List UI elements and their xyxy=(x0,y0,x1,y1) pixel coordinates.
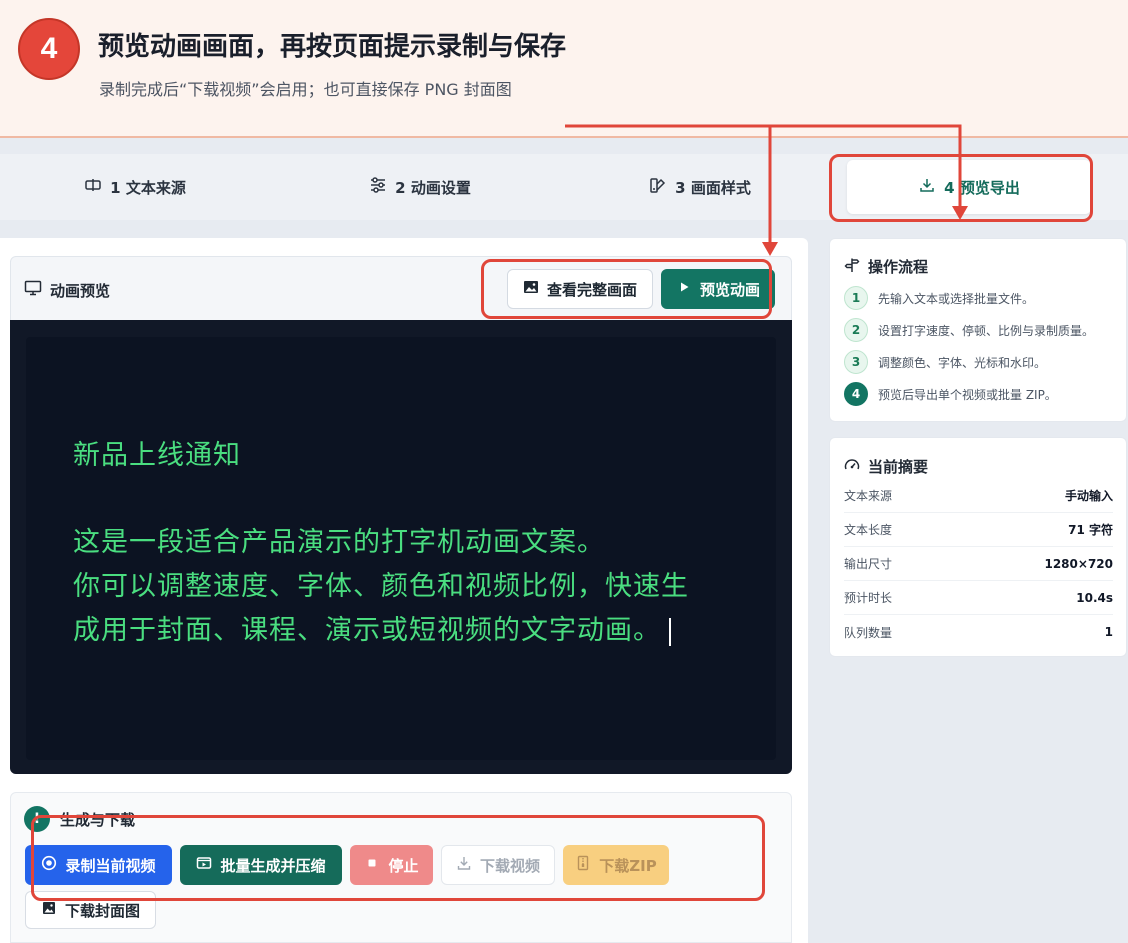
summary-key: 输出尺寸 xyxy=(844,557,893,571)
summary-key: 预计时长 xyxy=(844,591,893,605)
typing-caret xyxy=(669,617,671,646)
stage-line-1: 这是一段适合产品演示的打字机动画文案。 xyxy=(73,527,605,558)
view-full-frame-button[interactable]: 查看完整画面 xyxy=(507,269,653,309)
preview-animation-label: 预览动画 xyxy=(699,280,760,299)
stage-line-2: 你可以调整速度、字体、颜色和视频比例，快速生 xyxy=(73,571,689,602)
monitor-icon xyxy=(24,280,42,300)
image-icon xyxy=(41,900,57,920)
stage-line-heading: 新品上线通知 xyxy=(73,440,241,471)
view-full-frame-label: 查看完整画面 xyxy=(546,280,637,299)
download-icon xyxy=(918,176,936,198)
tab-animation-settings[interactable]: 2 动画设置 xyxy=(345,160,495,214)
tab-label: 2 动画设置 xyxy=(395,178,471,197)
record-video-button[interactable]: 录制当前视频 xyxy=(25,845,172,885)
signpost-icon xyxy=(844,257,860,277)
workflow-title: 操作流程 xyxy=(844,256,928,277)
instruction-banner: 4 预览动画画面，再按页面提示录制与保存 录制完成后“下载视频”会启用；也可直接… xyxy=(0,0,1128,138)
summary-value: 手动输入 xyxy=(1064,489,1113,503)
workflow-step: 1 先输入文本或选择批量文件。 xyxy=(844,286,1034,310)
workflow-step-number: 3 xyxy=(844,350,868,374)
workflow-title-label: 操作流程 xyxy=(868,258,929,276)
summary-value: 1280×720 xyxy=(1044,556,1113,571)
summary-key: 文本长度 xyxy=(844,523,893,537)
tab-text-source[interactable]: 1 文本来源 xyxy=(60,160,210,214)
download-cover-label: 下载封面图 xyxy=(64,901,140,920)
video-icon xyxy=(196,855,212,875)
summary-key: 队列数量 xyxy=(844,625,893,640)
summary-row: 文本来源 手动输入 xyxy=(844,479,1113,513)
tab-label: 3 画面样式 xyxy=(675,178,751,197)
stop-icon xyxy=(364,855,380,875)
download-zip-label: 下载ZIP xyxy=(599,856,657,875)
preview-title: 动画预览 xyxy=(24,280,110,300)
workflow-step: 4 预览后导出单个视频或批量 ZIP。 xyxy=(844,382,1057,406)
record-icon xyxy=(41,855,57,875)
tab-visual-style[interactable]: 3 画面样式 xyxy=(625,160,775,214)
sliders-icon xyxy=(369,176,387,198)
preview-title-label: 动画预览 xyxy=(50,281,111,300)
image-icon xyxy=(523,279,539,299)
summary-row: 预计时长 10.4s xyxy=(844,581,1113,615)
batch-generate-button[interactable]: 批量生成并压缩 xyxy=(180,845,342,885)
play-icon xyxy=(676,279,692,299)
download-icon xyxy=(456,855,472,875)
summary-row: 文本长度 71 字符 xyxy=(844,513,1113,547)
workflow-step-number: 2 xyxy=(844,318,868,342)
download-video-label: 下载视频 xyxy=(479,856,540,875)
workflow-step-text: 设置打字速度、停顿、比例与录制质量。 xyxy=(878,323,1095,338)
step-number-badge: 4 xyxy=(18,18,80,80)
summary-key: 文本来源 xyxy=(844,489,893,503)
alert-icon: ! xyxy=(24,806,50,832)
summary-value: 71 字符 xyxy=(1068,523,1113,537)
workflow-step: 3 调整颜色、字体、光标和水印。 xyxy=(844,350,1046,374)
stage-line-3-row: 成用于封面、课程、演示或短视频的文字动画。 xyxy=(73,608,793,647)
summary-title-label: 当前摘要 xyxy=(868,458,929,476)
summary-title: 当前摘要 xyxy=(844,456,928,477)
summary-value: 1 xyxy=(1104,625,1113,639)
step-tabs: 1 文本来源 2 动画设置 3 画面样式 4 预览导出 xyxy=(0,154,1128,220)
gauge-icon xyxy=(844,457,860,477)
tab-label: 1 文本来源 xyxy=(110,178,186,197)
generate-title-label: 生成与下载 xyxy=(60,810,136,829)
tab-preview-export[interactable]: 4 预览导出 xyxy=(847,160,1091,214)
stop-button[interactable]: 停止 xyxy=(350,845,433,885)
workflow-step-number: 1 xyxy=(844,286,868,310)
stage-line-3: 成用于封面、课程、演示或短视频的文字动画。 xyxy=(73,615,661,646)
summary-row: 输出尺寸 1280×720 xyxy=(844,547,1113,581)
workflow-step: 2 设置打字速度、停顿、比例与录制质量。 xyxy=(844,318,1094,342)
workflow-step-text: 预览后导出单个视频或批量 ZIP。 xyxy=(878,387,1057,402)
preview-animation-button[interactable]: 预览动画 xyxy=(661,269,775,309)
download-cover-button[interactable]: 下载封面图 xyxy=(25,891,156,929)
workflow-step-text: 先输入文本或选择批量文件。 xyxy=(878,291,1035,306)
workflow-step-number: 4 xyxy=(844,382,868,406)
record-video-label: 录制当前视频 xyxy=(65,856,156,875)
batch-generate-label: 批量生成并压缩 xyxy=(220,856,326,875)
tab-label: 4 预览导出 xyxy=(944,178,1020,197)
generate-title: ! 生成与下载 xyxy=(24,806,135,832)
text-cursor-icon xyxy=(84,176,102,198)
download-video-button[interactable]: 下载视频 xyxy=(441,845,555,885)
stop-label: 停止 xyxy=(388,856,419,875)
banner-subtitle: 录制完成后“下载视频”会启用；也可直接保存 PNG 封面图 xyxy=(99,80,512,99)
workflow-step-text: 调整颜色、字体、光标和水印。 xyxy=(878,355,1047,370)
zip-file-icon xyxy=(575,855,591,875)
summary-row: 队列数量 1 xyxy=(844,615,1113,649)
banner-title: 预览动画画面，再按页面提示录制与保存 xyxy=(98,32,567,62)
summary-value: 10.4s xyxy=(1076,590,1113,605)
download-zip-button[interactable]: 下载ZIP xyxy=(563,845,669,885)
palette-icon xyxy=(649,176,667,198)
